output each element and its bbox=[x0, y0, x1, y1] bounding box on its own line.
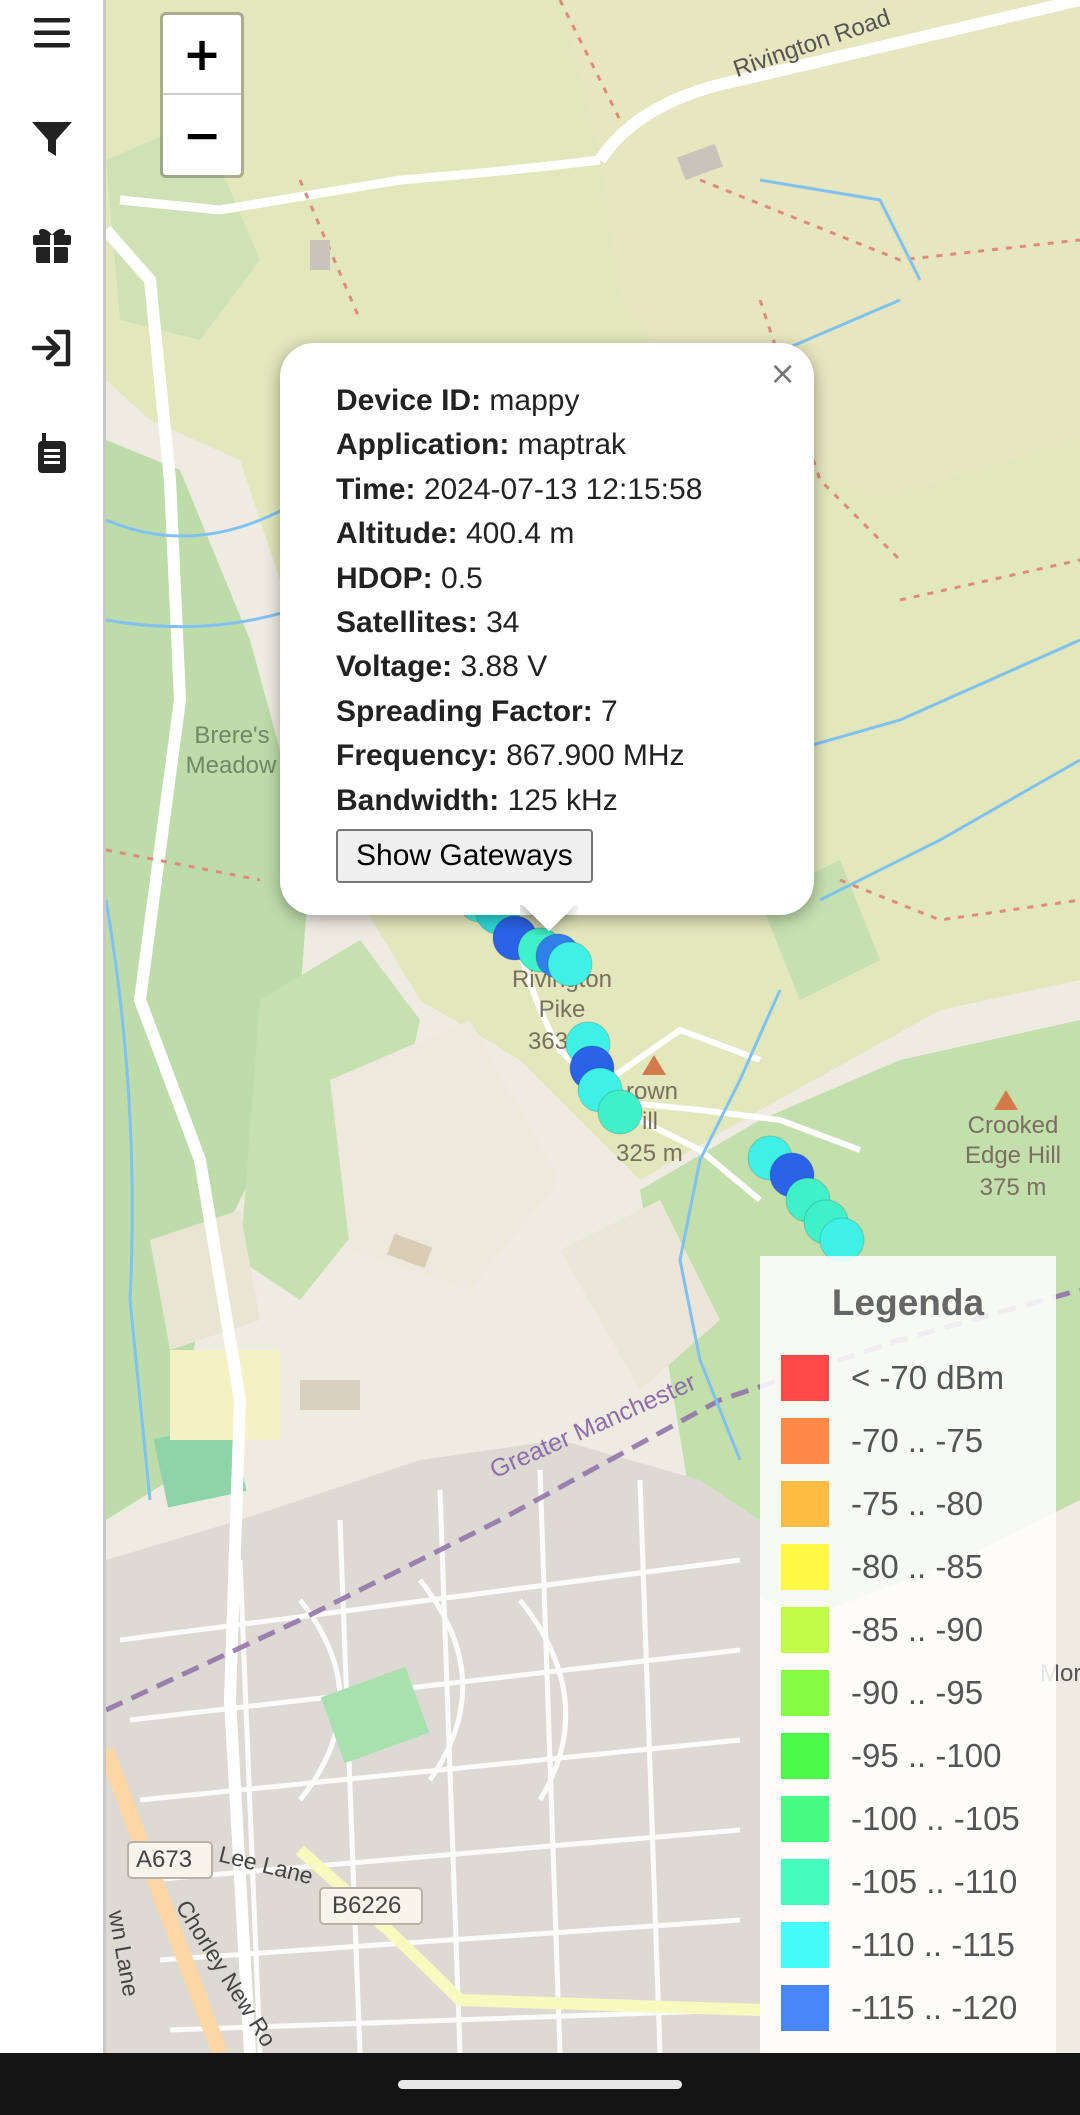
zoom-out-button[interactable]: − bbox=[163, 95, 241, 175]
popup-tip bbox=[520, 905, 578, 935]
legend-label: < -70 dBm bbox=[851, 1359, 1005, 1396]
popup-value: 125 kHz bbox=[507, 783, 618, 817]
popup-label: Application: bbox=[336, 428, 510, 462]
legend-swatch bbox=[781, 1355, 829, 1401]
legend-swatch bbox=[781, 1607, 829, 1653]
legend-swatch bbox=[781, 1733, 829, 1779]
legend-label: -90 .. -95 bbox=[851, 1674, 984, 1711]
popup-label: Time: bbox=[336, 472, 416, 506]
legend-label: -95 .. -100 bbox=[851, 1737, 1002, 1774]
popup-value: 2024-07-13 12:15:58 bbox=[423, 472, 703, 506]
popup-value: 0.5 bbox=[441, 561, 483, 595]
legend-label: -110 .. -115 bbox=[851, 1926, 1015, 1963]
signal-legend: Legenda < -70 dBm -70 .. -75 -75 .. -80 -80… bbox=[760, 1256, 1056, 2053]
walkie-talkie-button[interactable] bbox=[23, 424, 81, 482]
legend-swatch bbox=[781, 1544, 829, 1590]
popup-label: Voltage: bbox=[336, 650, 453, 684]
popup-row-frequency: Frequency: 867.900 MHz bbox=[336, 734, 702, 778]
legend-swatch bbox=[781, 1670, 829, 1716]
zoom-in-button[interactable]: + bbox=[163, 15, 241, 95]
popup-label: Spreading Factor: bbox=[336, 694, 593, 728]
popup-row-hdop: HDOP: 0.5 bbox=[336, 557, 702, 601]
popup-label: Device ID: bbox=[336, 384, 482, 417]
close-icon[interactable]: × bbox=[769, 357, 796, 389]
legend-item: -80 .. -85 bbox=[781, 1543, 983, 1591]
legend-swatch bbox=[781, 1418, 829, 1464]
gift-icon bbox=[33, 228, 71, 263]
track-point[interactable] bbox=[597, 1089, 643, 1135]
legend-swatch bbox=[781, 1859, 829, 1905]
popup-row-satellites: Satellites: 34 bbox=[336, 601, 702, 645]
popup-label: Bandwidth: bbox=[336, 783, 500, 817]
legend-item: -115 .. -120 bbox=[781, 1984, 1017, 2032]
legend-item: -100 .. -105 bbox=[781, 1795, 1020, 1843]
legend-swatch bbox=[781, 1922, 829, 1968]
legend-item: -75 .. -80 bbox=[781, 1480, 983, 1528]
legend-label: -80 .. -85 bbox=[851, 1548, 984, 1585]
legend-swatch bbox=[781, 1985, 829, 2031]
legend-label: -105 .. -110 bbox=[851, 1863, 1018, 1900]
legend-label: -75 .. -80 bbox=[851, 1485, 984, 1522]
gift-button[interactable] bbox=[23, 214, 81, 272]
menu-icon bbox=[34, 18, 70, 48]
popup-row-device-id: Device ID: mappy bbox=[336, 379, 702, 423]
login-icon bbox=[31, 329, 71, 367]
popup-value: mappy bbox=[489, 384, 580, 417]
popup-content: Device ID: mappy Application: maptrak Ti… bbox=[336, 379, 702, 883]
popup-label: Frequency: bbox=[336, 739, 498, 773]
popup-row-spreading-factor: Spreading Factor: 7 bbox=[336, 690, 702, 734]
popup-label: Satellites: bbox=[336, 605, 478, 639]
popup-value: 34 bbox=[486, 605, 520, 639]
legend-label: -85 .. -90 bbox=[851, 1611, 984, 1648]
popup-value: 400.4 m bbox=[465, 517, 575, 551]
show-gateways-button[interactable]: Show Gateways bbox=[336, 828, 593, 883]
popup-row-time: Time: 2024-07-13 12:15:58 bbox=[336, 468, 702, 512]
walkie-talkie-icon bbox=[38, 433, 66, 473]
legend-label: -100 .. -105 bbox=[851, 1800, 1020, 1837]
popup-value: 7 bbox=[601, 694, 618, 728]
zoom-control: + − bbox=[160, 12, 244, 178]
popup-value: maptrak bbox=[517, 428, 627, 462]
popup-value: 867.900 MHz bbox=[506, 739, 685, 773]
login-button[interactable] bbox=[23, 319, 81, 377]
popup-row-application: Application: maptrak bbox=[336, 423, 702, 467]
popup-label: Altitude: bbox=[336, 517, 458, 551]
sidebar bbox=[0, 0, 106, 2053]
menu-button[interactable] bbox=[23, 4, 81, 62]
home-gesture-handle[interactable] bbox=[398, 2080, 682, 2089]
device-popup: × Device ID: mappy Application: maptrak … bbox=[280, 343, 814, 915]
popup-row-bandwidth: Bandwidth: 125 kHz bbox=[336, 779, 702, 823]
legend-item: -90 .. -95 bbox=[781, 1669, 983, 1717]
legend-item: -95 .. -100 bbox=[781, 1732, 1001, 1780]
track-point[interactable] bbox=[547, 941, 593, 987]
legend-item: -85 .. -90 bbox=[781, 1606, 983, 1654]
legend-item: -70 .. -75 bbox=[781, 1417, 983, 1465]
legend-item: -110 .. -115 bbox=[781, 1921, 1015, 1969]
legend-item: < -70 dBm bbox=[781, 1354, 1004, 1402]
popup-row-voltage: Voltage: 3.88 V bbox=[336, 645, 702, 689]
legend-swatch bbox=[781, 1481, 829, 1527]
system-nav-bar bbox=[0, 2053, 1080, 2115]
legend-title: Legenda bbox=[831, 1282, 985, 1323]
popup-row-altitude: Altitude: 400.4 m bbox=[336, 512, 702, 556]
popup-label: HDOP: bbox=[336, 561, 433, 595]
legend-label: -70 .. -75 bbox=[851, 1422, 984, 1459]
legend-label: -115 .. -120 bbox=[851, 1989, 1018, 2026]
popup-value: 3.88 V bbox=[460, 650, 548, 684]
filter-icon bbox=[32, 122, 72, 156]
legend-swatch bbox=[781, 1796, 829, 1842]
legend-item: -105 .. -110 bbox=[781, 1858, 1017, 1906]
filter-button[interactable] bbox=[23, 109, 81, 167]
